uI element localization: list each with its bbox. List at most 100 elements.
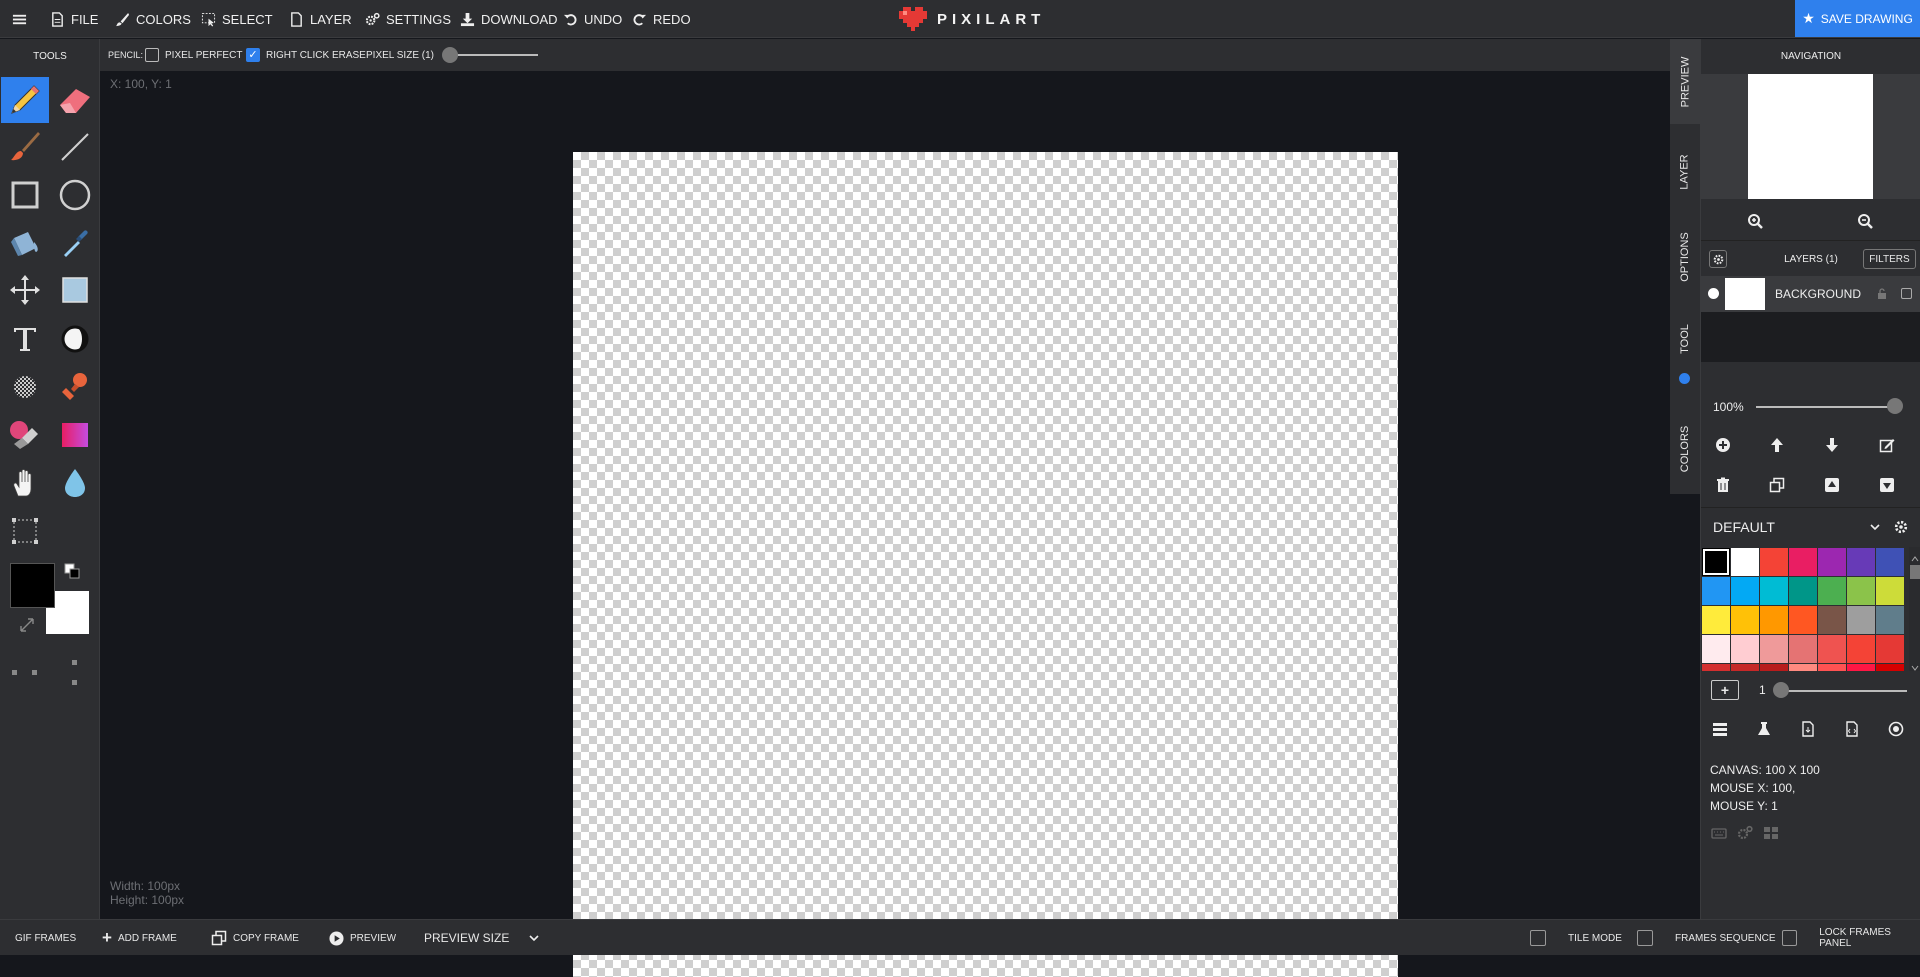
canvas-workspace[interactable]: X: 100, Y: 1 Width: 100px Height: 100px <box>101 71 1669 977</box>
palette-swatch[interactable] <box>1847 635 1875 663</box>
palette-swatch[interactable] <box>1731 635 1759 663</box>
right-click-erase-option[interactable]: ✓ RIGHT CLICK ERASE <box>246 39 366 71</box>
palette-swatch[interactable] <box>1789 606 1817 634</box>
crop-tool[interactable] <box>1 508 49 554</box>
pencil-tool[interactable] <box>1 77 49 123</box>
palette-swatch[interactable] <box>1702 577 1730 605</box>
brush-slider-track[interactable] <box>1779 690 1907 692</box>
frames-sequence-option[interactable]: FRAMES SEQUENCE <box>1637 920 1776 956</box>
navigation-thumbnail[interactable] <box>1748 74 1873 199</box>
palette-swatch[interactable] <box>1847 664 1875 671</box>
line-tool[interactable] <box>51 124 99 170</box>
select-menu[interactable]: SELECT <box>201 0 273 38</box>
hamburger-menu-button[interactable] <box>12 0 27 38</box>
color-replace-tool[interactable] <box>1 412 49 458</box>
export-palette-button[interactable] <box>1842 719 1862 739</box>
file-menu[interactable]: FILE <box>50 0 98 38</box>
palette-swatch[interactable] <box>1818 635 1846 663</box>
palette-swatch[interactable] <box>1876 635 1904 663</box>
palette-swatch[interactable] <box>1731 664 1759 671</box>
gradient-tool[interactable] <box>51 412 99 458</box>
merge-layer-down-button[interactable] <box>1877 475 1897 495</box>
keyboard-shortcuts-button[interactable] <box>1709 823 1729 843</box>
palette-swatch[interactable] <box>1847 577 1875 605</box>
palette-name[interactable]: DEFAULT <box>1713 519 1775 535</box>
brush-slider-knob[interactable] <box>1773 682 1789 698</box>
palette-scrollbar[interactable] <box>1909 547 1920 671</box>
ellipse-tool[interactable] <box>51 172 99 218</box>
pixel-size-slider-knob[interactable] <box>442 47 458 63</box>
palette-swatch[interactable] <box>1731 606 1759 634</box>
tab-tool[interactable]: TOOL <box>1670 309 1700 369</box>
palette-swatch[interactable] <box>1760 664 1788 671</box>
tab-layer[interactable]: LAYER <box>1670 134 1700 209</box>
undo-button[interactable]: UNDO <box>563 0 622 38</box>
pixel-size-slider-track[interactable] <box>450 54 538 56</box>
palette-swatch[interactable] <box>1760 635 1788 663</box>
reset-colors-icon[interactable] <box>64 563 80 579</box>
brush-tool[interactable] <box>1 124 49 170</box>
zoom-in-button[interactable] <box>1745 211 1765 231</box>
fill-bucket-tool[interactable] <box>1 220 49 266</box>
text-tool[interactable] <box>1 316 49 362</box>
add-color-button[interactable]: + <box>1711 680 1739 700</box>
download-menu[interactable]: DOWNLOAD <box>460 0 558 38</box>
rename-layer-button[interactable] <box>1877 435 1897 455</box>
redo-button[interactable]: REDO <box>632 0 691 38</box>
delete-layer-button[interactable] <box>1713 475 1733 495</box>
brush-dot-top[interactable] <box>72 660 77 665</box>
tile-mode-checkbox[interactable] <box>1530 930 1546 946</box>
drawing-canvas[interactable] <box>573 152 1398 977</box>
duplicate-layer-button[interactable] <box>1767 475 1787 495</box>
right-click-erase-checkbox[interactable]: ✓ <box>246 48 260 62</box>
palette-swatch[interactable] <box>1760 606 1788 634</box>
palette-swatch[interactable] <box>1818 606 1846 634</box>
move-tool[interactable] <box>1 267 49 313</box>
palette-swatch[interactable] <box>1818 577 1846 605</box>
palette-swatch[interactable] <box>1789 664 1817 671</box>
palette-swatch[interactable] <box>1876 548 1904 576</box>
palette-swatch[interactable] <box>1818 664 1846 671</box>
brush-dot-small[interactable] <box>12 670 17 675</box>
layer-lock-icon[interactable] <box>1876 287 1888 299</box>
add-layer-button[interactable] <box>1713 435 1733 455</box>
lock-frames-panel-option[interactable]: LOCK FRAMES PANEL <box>1782 920 1920 956</box>
frames-sequence-checkbox[interactable] <box>1637 930 1653 946</box>
palette-swatch[interactable] <box>1789 577 1817 605</box>
layer-select-checkbox[interactable] <box>1901 288 1912 299</box>
palette-swatch[interactable] <box>1789 548 1817 576</box>
palette-swatch[interactable] <box>1760 577 1788 605</box>
palette-swatch[interactable] <box>1760 548 1788 576</box>
palette-swatch[interactable] <box>1818 548 1846 576</box>
tab-preview[interactable]: PREVIEW <box>1670 39 1700 124</box>
preview-size-select[interactable]: PREVIEW SIZE <box>424 920 541 956</box>
pixel-perfect-option[interactable]: PIXEL PERFECT <box>145 39 242 71</box>
pattern-tool[interactable] <box>1 364 49 410</box>
stamp-tool[interactable] <box>51 364 99 410</box>
filters-button[interactable]: FILTERS <box>1863 249 1916 269</box>
tile-mode-option[interactable]: TILE MODE <box>1530 920 1622 956</box>
primary-color-swatch[interactable] <box>10 563 55 608</box>
layers-list-button[interactable] <box>1710 719 1730 739</box>
palette-swatch[interactable] <box>1702 548 1730 576</box>
grid-layout-button[interactable] <box>1761 823 1781 843</box>
scroll-down-icon[interactable] <box>1911 659 1919 671</box>
advanced-settings-button[interactable] <box>1735 823 1755 843</box>
palette-swatch[interactable] <box>1876 577 1904 605</box>
eraser-tool[interactable] <box>51 77 99 123</box>
eyedropper-tool[interactable] <box>51 220 99 266</box>
move-layer-up-button[interactable] <box>1767 435 1787 455</box>
tab-colors[interactable]: COLORS <box>1670 409 1700 489</box>
palette-swatch[interactable] <box>1731 548 1759 576</box>
dither-tool[interactable] <box>51 316 99 362</box>
zoom-out-button[interactable] <box>1855 211 1875 231</box>
selection-tool[interactable] <box>51 267 99 313</box>
add-frame-button[interactable]: + ADD FRAME <box>102 920 177 956</box>
brush-dot-bottom[interactable] <box>72 680 77 685</box>
layer-opacity-slider-knob[interactable] <box>1887 398 1903 414</box>
merge-layer-up-button[interactable] <box>1822 475 1842 495</box>
tab-options[interactable]: OPTIONS <box>1670 217 1700 297</box>
smudge-tool[interactable] <box>51 460 99 506</box>
palette-swatch[interactable] <box>1789 635 1817 663</box>
brush-dot-medium[interactable] <box>32 670 37 675</box>
